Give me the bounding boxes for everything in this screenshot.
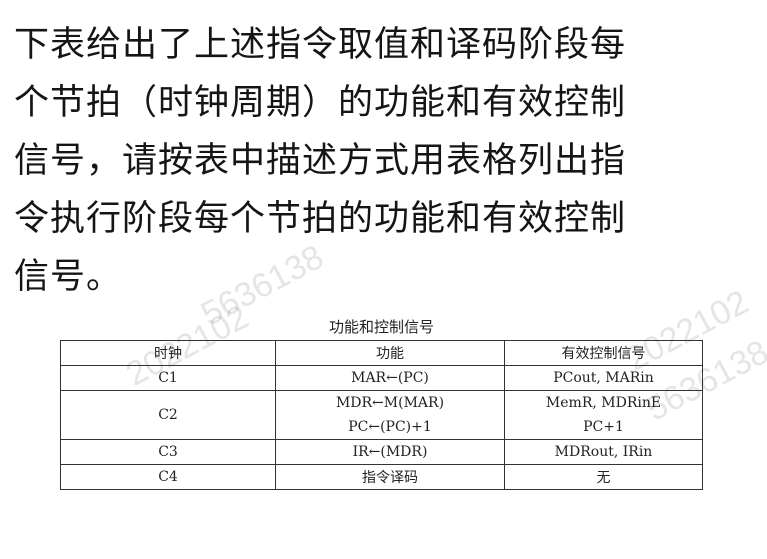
signal-line: MemR, MDRinE: [545, 395, 662, 411]
cell-function: MDR←M(MAR) PC←(PC)+1: [275, 390, 505, 440]
header-signals: 有效控制信号: [504, 340, 703, 366]
cell-clock: C1: [60, 365, 276, 391]
question-line: 信号，请按表中描述方式用表格列出指: [14, 141, 627, 181]
cell-clock: C2: [60, 390, 276, 440]
table-caption: 功能和控制信号: [328, 318, 434, 336]
cell-clock: C3: [60, 439, 276, 465]
cell-signals: MemR, MDRinE PC+1: [504, 390, 703, 440]
table-row: C3 IR←(MDR) MDRout, IRin: [60, 439, 703, 465]
cell-function: 指令译码: [275, 464, 505, 490]
cell-function: IR←(MDR): [275, 439, 505, 465]
control-signal-table: 时钟 功能 有效控制信号 C1 MAR←(PC) PCout, MARin C2…: [60, 340, 703, 490]
table-row: C2 MDR←M(MAR) PC←(PC)+1 MemR, MDRinE PC+…: [60, 390, 703, 440]
cell-signals: MDRout, IRin: [504, 439, 703, 465]
cell-signals: PCout, MARin: [504, 365, 703, 391]
function-line: MDR←M(MAR): [335, 395, 445, 411]
header-clock: 时钟: [60, 340, 276, 366]
question-line: 个节拍（时钟周期）的功能和有效控制: [14, 83, 627, 123]
question-line: 令执行阶段每个节拍的功能和有效控制: [14, 199, 627, 239]
signal-line: PC+1: [583, 419, 624, 435]
question-line: 信号。: [14, 257, 123, 297]
table-row: C4 指令译码 无: [60, 464, 703, 490]
table-header-row: 时钟 功能 有效控制信号: [60, 340, 703, 366]
cell-clock: C4: [60, 464, 276, 490]
cell-function: MAR←(PC): [275, 365, 505, 391]
header-function: 功能: [275, 340, 505, 366]
cell-signals: 无: [504, 464, 703, 490]
table-row: C1 MAR←(PC) PCout, MARin: [60, 365, 703, 391]
function-line: PC←(PC)+1: [348, 419, 432, 435]
question-line: 下表给出了上述指令取值和译码阶段每: [14, 25, 627, 65]
question-text: 下表给出了上述指令取值和译码阶段每 个节拍（时钟周期）的功能和有效控制 信号，请…: [14, 16, 714, 306]
